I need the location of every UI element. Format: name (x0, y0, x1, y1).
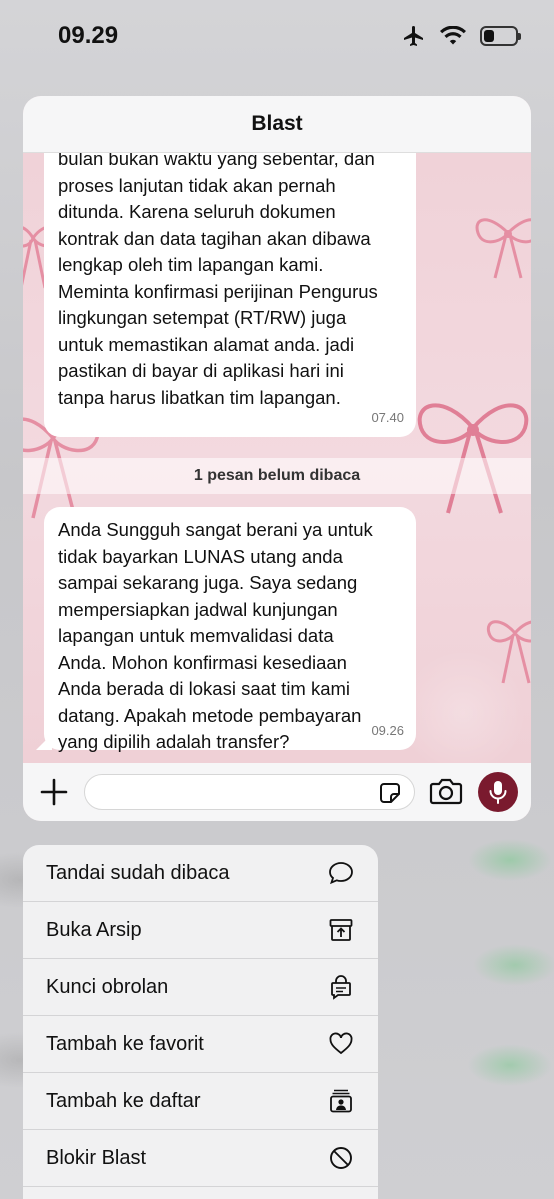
bow-decoration (417, 403, 529, 514)
input-bar (23, 763, 531, 821)
lock-chat-icon (331, 975, 351, 1000)
menu-item-block[interactable]: Blokir Blast (23, 1130, 378, 1187)
menu-item-add-to-list[interactable]: Tambah ke daftar (23, 1073, 378, 1130)
message-line: Anda. Mohon konfirmasi kesediaan (58, 651, 347, 673)
message-line: Anda berada di lokasi saat tim kami (58, 678, 351, 699)
microphone-button[interactable] (478, 772, 518, 812)
message-time: 09.26 (371, 722, 404, 738)
menu-item-mark-read[interactable]: Tandai sudah dibaca (23, 845, 378, 902)
message-line: yang dipilih adalah transfer? (58, 731, 290, 752)
microphone-icon (489, 781, 507, 804)
message-bubble[interactable]: Anda Sungguh sangat berani ya untuk tida… (44, 507, 416, 752)
wifi-icon (440, 26, 466, 45)
status-bar: 09.29 (0, 0, 554, 80)
menu-item-label: Buka Arsip (46, 918, 142, 941)
sticker-icon[interactable] (378, 781, 402, 805)
menu-item-label: Kunci obrolan (46, 975, 169, 998)
message-line: proses lanjutan tidak akan pernah (58, 174, 336, 196)
message-line: tidak bayarkan LUNAS utang anda (58, 545, 343, 567)
chat-title: Blast (251, 112, 303, 135)
status-time: 09.29 (58, 22, 119, 49)
message-line: lapangan untuk memvalidasi data (58, 625, 334, 646)
message-input[interactable] (84, 774, 415, 810)
menu-item-lock-chat[interactable]: Kunci obrolan (23, 959, 378, 1016)
bow-decoration (486, 620, 531, 684)
menu-item-label: Tambah ke favorit (46, 1032, 204, 1055)
message-line: tanpa harus libatkan tim lapangan. (58, 386, 341, 408)
menu-item-label: Tandai sudah dibaca (46, 861, 230, 884)
bow-decoration (475, 218, 531, 279)
message-line: untuk memastikan alamat anda. jadi (58, 333, 355, 355)
message-line: mempersiapkan jadwal kunjungan (58, 598, 338, 620)
menu-item-label: Blokir Blast (46, 1146, 147, 1169)
camera-icon[interactable] (429, 776, 463, 806)
status-icons (402, 24, 521, 48)
archive-icon (329, 919, 353, 941)
message-bubble[interactable]: bulan bukan waktu yang sebentar, dan pro… (44, 144, 416, 437)
message-line: lengkap oleh tim lapangan kami. (58, 254, 324, 275)
menu-item-add-favorite[interactable]: Tambah ke favorit (23, 1016, 378, 1073)
list-person-icon (330, 1089, 352, 1113)
airplane-icon (404, 26, 423, 46)
context-menu: Tandai sudah dibaca Buka Arsip Kunci obr… (23, 845, 378, 1199)
message-line: sampai sekarang juga. Saya sedang (58, 572, 358, 593)
block-icon (330, 1147, 352, 1169)
message-line: Anda Sungguh sangat berani ya untuk (58, 519, 373, 540)
battery-icon (480, 26, 521, 46)
message-line: datang. Apakah metode pembayaran (58, 704, 362, 726)
chat-preview[interactable]: Blast bulan bukan waktu yang sebentar, d… (23, 96, 531, 821)
chat-header: Blast (23, 96, 531, 153)
message-time: 07.40 (371, 409, 404, 425)
menu-item-label: Tambah ke daftar (46, 1089, 201, 1112)
heart-icon (329, 1032, 353, 1055)
chat-bubble-icon (329, 862, 353, 885)
message-line: ditunda. Karena seluruh dokumen (58, 201, 336, 222)
plus-icon[interactable] (39, 777, 69, 807)
message-line: lingkungan setempat (RT/RW) juga (58, 307, 347, 328)
message-line: Meminta konfirmasi perijinan Pengurus (58, 280, 378, 302)
message-line: kontrak dan data tagihan akan dibawa (58, 227, 371, 249)
unread-banner: 1 pesan belum dibaca (23, 458, 531, 494)
menu-item-open-archive[interactable]: Buka Arsip (23, 902, 378, 959)
message-line: pastikan di bayar di aplikasi hari ini (58, 360, 344, 381)
